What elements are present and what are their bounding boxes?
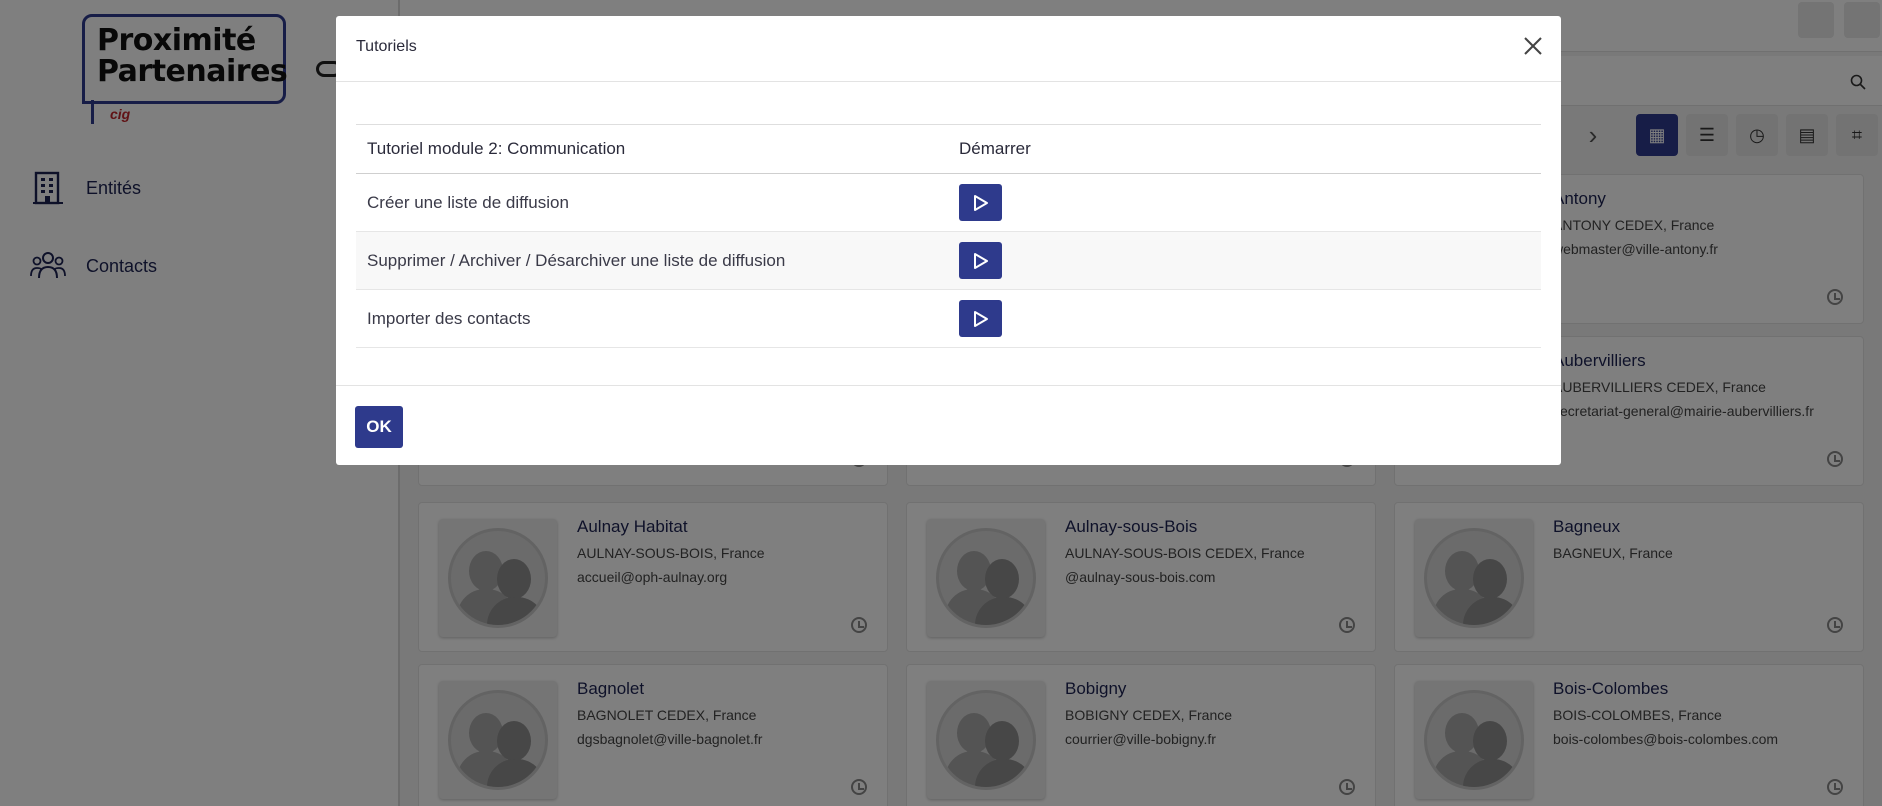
tutorials-dialog: Tutoriels Tutoriel module 2: Communicati… — [336, 16, 1561, 465]
table-row: Importer des contacts — [356, 289, 1541, 348]
play-icon — [973, 252, 988, 269]
tutorial-label: Importer des contacts — [356, 289, 948, 348]
table-row: Créer une liste de diffusion — [356, 173, 1541, 232]
play-icon — [973, 194, 988, 211]
start-tutorial-button[interactable] — [959, 184, 1002, 221]
tutorial-label: Supprimer / Archiver / Désarchiver une l… — [356, 231, 948, 290]
start-tutorial-button[interactable] — [959, 300, 1002, 337]
dialog-footer: OK — [336, 386, 1561, 464]
table-row: Supprimer / Archiver / Désarchiver une l… — [356, 231, 1541, 290]
table-header-row: Tutoriel module 2: Communication Démarre… — [356, 124, 1541, 174]
start-tutorial-button[interactable] — [959, 242, 1002, 279]
dialog-body: Tutoriel module 2: Communication Démarre… — [336, 82, 1561, 386]
tutorial-label: Créer une liste de diffusion — [356, 173, 948, 232]
close-icon — [1524, 37, 1542, 55]
ok-button[interactable]: OK — [355, 406, 403, 448]
column-header-module: Tutoriel module 2: Communication — [356, 124, 948, 174]
dialog-header: Tutoriels — [336, 16, 1561, 82]
close-button[interactable] — [1519, 32, 1547, 60]
play-icon — [973, 310, 988, 327]
column-header-start: Démarrer — [948, 124, 1541, 174]
dialog-title: Tutoriels — [356, 38, 417, 55]
tutorials-table: Tutoriel module 2: Communication Démarre… — [356, 124, 1541, 348]
